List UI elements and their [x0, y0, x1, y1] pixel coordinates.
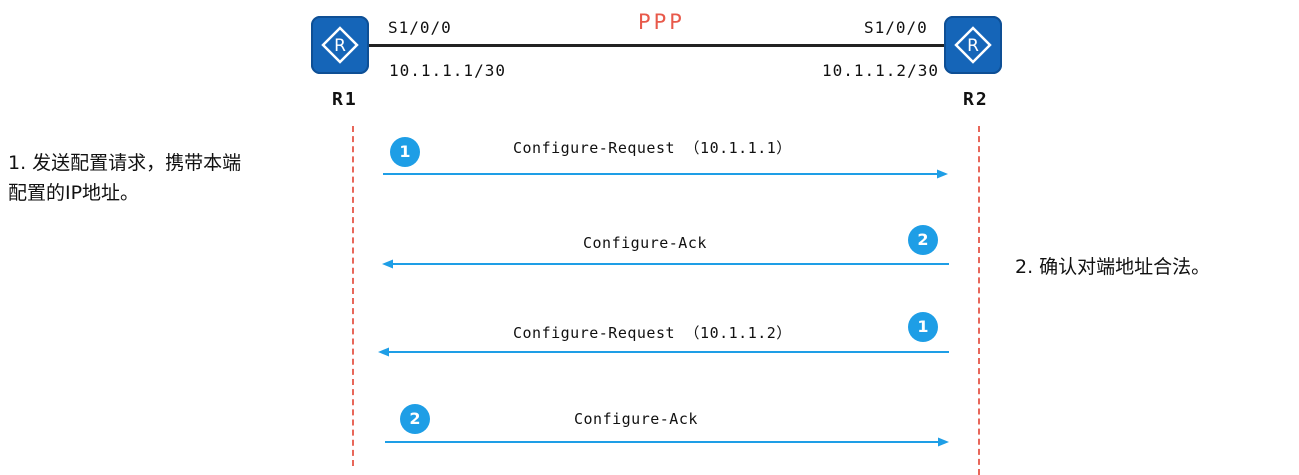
- r1-name: R1: [332, 89, 358, 110]
- right-note: 2. 确认对端地址合法。: [1015, 256, 1211, 278]
- message-3-badge: 1: [908, 312, 938, 342]
- left-note-line-1: 1. 发送配置请求，携带本端: [8, 152, 242, 174]
- arrow-2-head: [382, 259, 393, 269]
- r2-ip-label: 10.1.1.2/30: [822, 61, 939, 80]
- r2-interface-label: S1/0/0: [864, 18, 928, 37]
- router-r1-icon: R: [311, 16, 369, 74]
- router-r2-icon: R: [944, 16, 1002, 74]
- message-2-badge: 2: [908, 225, 938, 255]
- serial-link: [369, 44, 944, 47]
- r2-timeline: [978, 126, 980, 475]
- r1-ip-label: 10.1.1.1/30: [389, 61, 506, 80]
- arrow-4-head: [938, 437, 949, 447]
- r1-interface-label: S1/0/0: [388, 18, 452, 37]
- message-2-label: Configure-Ack: [583, 234, 707, 252]
- left-note-line-2: 配置的IP地址。: [8, 182, 140, 204]
- router-r1-letter: R: [334, 36, 346, 56]
- router-r2-letter: R: [967, 36, 979, 56]
- message-4-badge: 2: [400, 404, 430, 434]
- r2-name: R2: [963, 89, 989, 110]
- arrow-3-head: [378, 347, 389, 357]
- message-4-label: Configure-Ack: [574, 410, 698, 428]
- message-1-label: Configure-Request （10.1.1.1）: [513, 139, 792, 157]
- r1-timeline: [352, 126, 354, 466]
- message-3-label: Configure-Request （10.1.1.2）: [513, 324, 792, 342]
- protocol-label: PPP: [638, 10, 685, 34]
- message-1-badge: 1: [390, 137, 420, 167]
- arrow-1-head: [937, 169, 948, 179]
- left-note: 1. 发送配置请求，携带本端 配置的IP地址。: [8, 148, 338, 208]
